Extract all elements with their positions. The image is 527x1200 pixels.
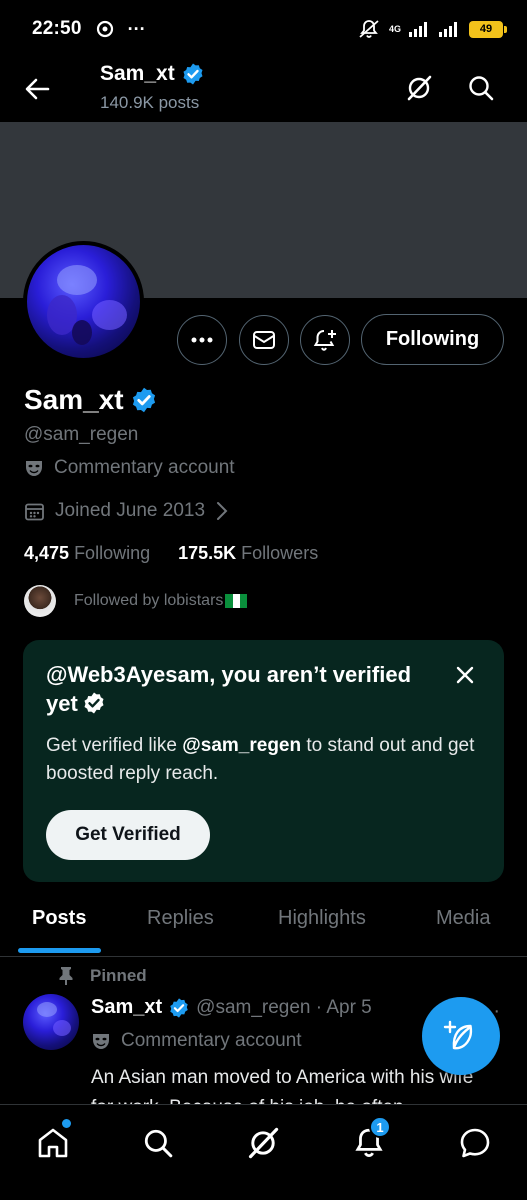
tab-posts[interactable]: Posts <box>32 907 86 930</box>
profile-category: Commentary account <box>24 457 235 479</box>
verify-card: @Web3Ayesam, you aren’t verified yet Get… <box>23 640 504 882</box>
notification-count-badge: 1 <box>369 1116 391 1138</box>
followed-by-label: Followed by lobistars <box>74 592 224 609</box>
pinned-label: Pinned <box>58 966 147 986</box>
compose-icon <box>443 1020 473 1050</box>
following-stat[interactable]: 4,475 Following <box>24 543 150 564</box>
following-button[interactable]: Following <box>361 314 504 365</box>
status-time: 22:50 <box>32 18 82 39</box>
chevron-right-icon <box>215 501 229 521</box>
verified-badge-icon <box>168 997 190 1019</box>
followed-by[interactable]: Followed by lobistars <box>24 585 248 617</box>
compose-button[interactable] <box>422 997 500 1075</box>
chat-icon[interactable] <box>455 1123 495 1163</box>
calendar-icon <box>24 501 45 522</box>
signal-icon <box>409 21 431 37</box>
verified-badge-icon <box>181 62 205 86</box>
pin-icon <box>58 966 74 986</box>
mail-icon <box>253 331 275 349</box>
mute-icon <box>357 18 381 40</box>
profile-stats: 4,475 Following 175.5K Followers <box>24 543 318 564</box>
profile-joined-label: Joined June 2013 <box>55 500 206 521</box>
verify-card-title: @Web3Ayesam, you aren’t verified yet <box>46 662 412 716</box>
signal-icon-2 <box>439 21 461 37</box>
top-nav: Sam_xt 140.9K posts <box>0 58 527 122</box>
profile-name: Sam_xt <box>24 384 158 416</box>
profile-display-name: Sam_xt <box>24 384 124 415</box>
more-options-button[interactable] <box>177 315 227 365</box>
grok-icon[interactable] <box>243 1123 283 1163</box>
tab-replies[interactable]: Replies <box>147 907 214 930</box>
back-arrow-icon[interactable] <box>22 74 52 104</box>
nigeria-flag-icon <box>225 593 248 608</box>
post-author-avatar[interactable] <box>23 994 79 1050</box>
close-icon[interactable] <box>454 664 476 686</box>
home-icon[interactable] <box>33 1123 73 1163</box>
search-icon[interactable] <box>138 1123 178 1163</box>
active-tab-indicator <box>18 948 101 953</box>
network-type: 4G <box>388 24 401 34</box>
profile-avatar[interactable] <box>23 241 144 362</box>
post-text[interactable]: An Asian man moved to America with his w… <box>91 1063 491 1105</box>
profile-tabs: Posts Replies Highlights Media <box>0 887 527 957</box>
bottom-nav: 1 <box>0 1104 527 1200</box>
verify-card-description: Get verified like @sam_regen to stand ou… <box>46 735 475 784</box>
search-icon[interactable] <box>466 73 496 103</box>
tab-highlights[interactable]: Highlights <box>278 907 366 930</box>
message-button[interactable] <box>239 315 289 365</box>
get-verified-button[interactable]: Get Verified <box>46 810 210 860</box>
theater-mask-icon <box>24 458 44 478</box>
more-icon <box>191 337 213 343</box>
profile-handle: @sam_regen <box>24 424 139 445</box>
post-author-name[interactable]: Sam_xt <box>91 996 162 1019</box>
browser-notification-icon <box>96 20 114 38</box>
nav-title: Sam_xt <box>100 62 205 86</box>
verified-badge-icon[interactable] <box>130 386 158 414</box>
nav-posts-count: 140.9K posts <box>100 93 200 112</box>
status-bar: 22:50 ··· 4G 49 <box>0 0 527 58</box>
nav-title-name: Sam_xt <box>100 62 175 85</box>
home-unread-dot <box>62 1119 71 1128</box>
battery-indicator: 49 <box>469 20 507 38</box>
post-category: Commentary account <box>91 1030 302 1052</box>
followers-stat[interactable]: 175.5K Followers <box>178 543 318 564</box>
theater-mask-icon <box>91 1031 111 1051</box>
notifications-subscribe-button[interactable] <box>300 315 350 365</box>
grok-icon[interactable] <box>404 73 434 103</box>
post-header: Sam_xt @sam_regen · Apr 5 <box>91 996 372 1019</box>
follower-avatar <box>24 585 56 617</box>
profile-joined[interactable]: Joined June 2013 <box>24 500 229 522</box>
profile-category-label: Commentary account <box>54 457 235 478</box>
bell-plus-icon <box>313 330 336 351</box>
tab-media[interactable]: Media <box>436 907 490 930</box>
verified-outline-icon <box>82 691 106 715</box>
post-handle-date: @sam_regen · Apr 5 <box>196 996 372 1018</box>
status-more: ··· <box>127 18 146 39</box>
